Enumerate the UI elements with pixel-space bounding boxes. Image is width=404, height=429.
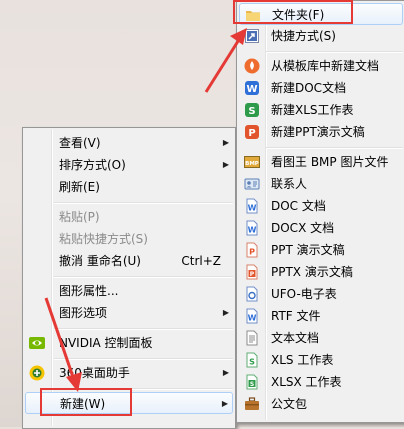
- annotation-arrow-new: [44, 297, 82, 392]
- annotation-arrows: [44, 28, 247, 392]
- annotation-arrow-folder: [204, 28, 247, 93]
